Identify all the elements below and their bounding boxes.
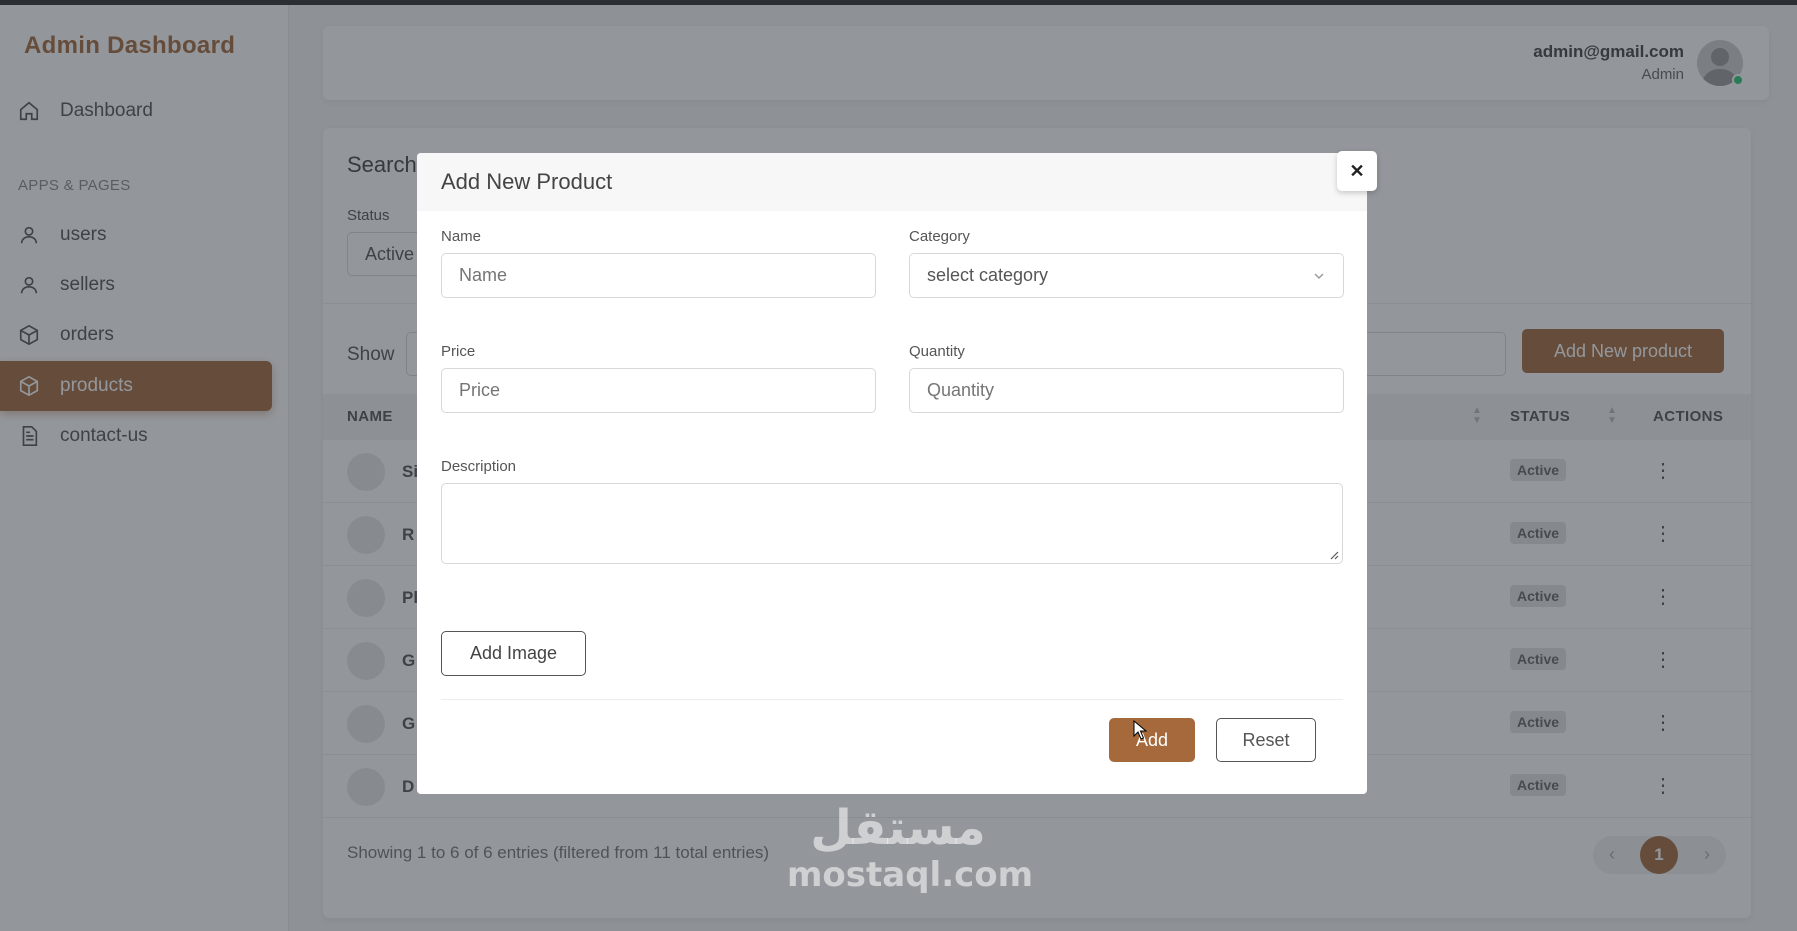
close-modal-button[interactable]: ✕ xyxy=(1337,151,1377,191)
reset-button[interactable]: Reset xyxy=(1216,718,1316,762)
add-product-modal: Add New Product Name Category select cat… xyxy=(417,153,1367,794)
modal-footer-divider xyxy=(441,699,1343,700)
quantity-input[interactable] xyxy=(909,368,1344,413)
category-select-value: select category xyxy=(927,265,1049,285)
watermark-logo: مستقل xyxy=(810,800,986,856)
add-button[interactable]: Add xyxy=(1109,718,1195,762)
mouse-cursor-icon xyxy=(1133,720,1147,740)
price-label: Price xyxy=(441,343,476,360)
description-label: Description xyxy=(441,458,517,475)
price-input[interactable] xyxy=(441,368,876,413)
category-label: Category xyxy=(909,228,970,245)
watermark: مستقل mostaql.com xyxy=(787,800,1034,895)
name-label: Name xyxy=(441,228,482,245)
chevron-down-icon xyxy=(1314,273,1324,279)
quantity-label: Quantity xyxy=(909,343,965,360)
close-icon: ✕ xyxy=(1349,160,1365,181)
watermark-text: mostaql.com xyxy=(787,855,1034,895)
modal-title: Add New Product xyxy=(441,169,613,194)
add-image-button[interactable]: Add Image xyxy=(441,631,586,676)
category-select[interactable]: select category xyxy=(909,253,1344,298)
description-textarea[interactable] xyxy=(441,483,1343,564)
modal-header: Add New Product xyxy=(417,153,1367,211)
name-input[interactable] xyxy=(441,253,876,298)
resize-handle-icon[interactable] xyxy=(1329,550,1339,560)
